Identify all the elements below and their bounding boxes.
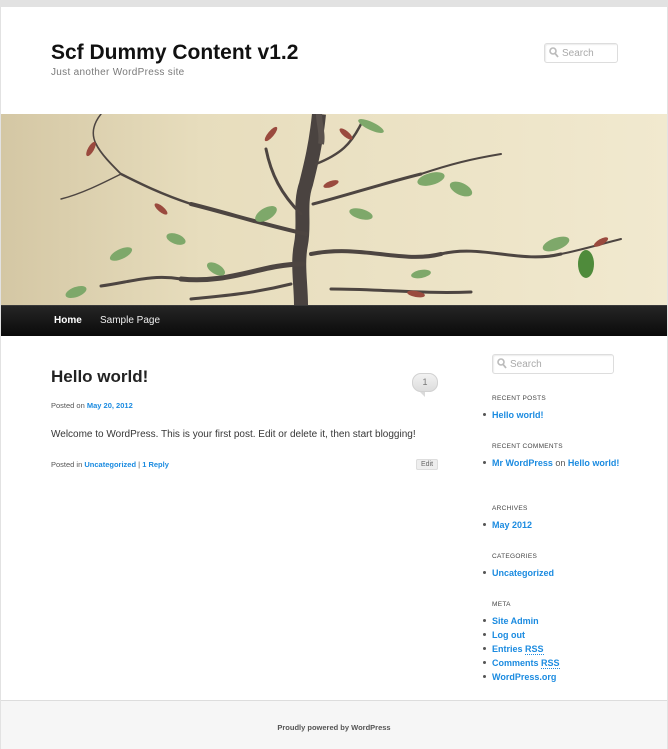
- comment-author-link[interactable]: Mr WordPress: [492, 458, 553, 468]
- meta-separator: |: [138, 460, 141, 469]
- comments-rss-link[interactable]: Comments RSS: [492, 658, 560, 669]
- main-navigation: Home Sample Page: [1, 305, 667, 336]
- archives-heading: ARCHIVES: [492, 505, 528, 512]
- footer-credit-link[interactable]: Proudly powered by WordPress: [1, 723, 667, 732]
- bonsai-tree-illustration: [1, 114, 667, 305]
- recent-comments-list: Mr WordPress on Hello world!: [483, 456, 622, 470]
- list-item: May 2012: [483, 518, 622, 532]
- site-admin-link[interactable]: Site Admin: [492, 616, 539, 626]
- recent-comments-heading: RECENT COMMENTS: [492, 443, 563, 450]
- list-item: WordPress.org: [483, 670, 622, 684]
- category-link[interactable]: Uncategorized: [84, 460, 136, 469]
- post-footer: Posted in Uncategorized | 1 Reply: [51, 460, 169, 469]
- nav-item-sample-page[interactable]: Sample Page: [100, 315, 160, 326]
- list-item: Log out: [483, 628, 622, 642]
- archive-link[interactable]: May 2012: [492, 520, 532, 530]
- header-banner-image[interactable]: [1, 114, 667, 305]
- meta-list: Site Admin Log out Entries RSS Comments …: [483, 614, 622, 684]
- meta-heading: META: [492, 601, 511, 608]
- rss-abbr: RSS: [525, 644, 544, 655]
- list-item: Uncategorized: [483, 566, 622, 580]
- posted-in-label: Posted in: [51, 460, 83, 469]
- comment-on-text: on: [555, 458, 566, 468]
- list-item: Mr WordPress on Hello world!: [483, 456, 622, 470]
- rss-abbr: RSS: [541, 658, 560, 669]
- category-widget-link[interactable]: Uncategorized: [492, 568, 554, 578]
- list-item: Hello world!: [483, 408, 622, 422]
- site-footer: Proudly powered by WordPress: [1, 700, 667, 749]
- nav-item-home[interactable]: Home: [54, 315, 82, 326]
- comment-count: 1: [422, 377, 428, 387]
- post-date-link[interactable]: May 20, 2012: [87, 401, 133, 410]
- header-search[interactable]: [544, 43, 618, 63]
- list-item: Entries RSS: [483, 642, 622, 656]
- archives-list: May 2012: [483, 518, 622, 532]
- edit-post-button[interactable]: Edit: [416, 459, 438, 470]
- reply-link[interactable]: 1 Reply: [142, 460, 169, 469]
- sidebar-search[interactable]: [492, 354, 614, 374]
- categories-list: Uncategorized: [483, 566, 622, 580]
- categories-heading: CATEGORIES: [492, 553, 538, 560]
- comment-post-link[interactable]: Hello world!: [568, 458, 620, 468]
- post-content: Welcome to WordPress. This is your first…: [51, 429, 416, 440]
- sidebar-search-input[interactable]: [510, 355, 594, 373]
- list-item: Site Admin: [483, 614, 622, 628]
- recent-posts-heading: RECENT POSTS: [492, 395, 547, 402]
- list-item: Comments RSS: [483, 656, 622, 670]
- header-search-input[interactable]: [562, 44, 613, 62]
- site-description: Just another WordPress site: [51, 67, 185, 78]
- entries-label: Entries: [492, 644, 523, 654]
- entries-rss-link[interactable]: Entries RSS: [492, 644, 544, 655]
- post-meta: Posted on May 20, 2012: [51, 401, 133, 410]
- log-out-link[interactable]: Log out: [492, 630, 525, 640]
- posted-on-label: Posted on: [51, 401, 85, 410]
- comment-count-bubble[interactable]: 1: [412, 373, 438, 397]
- comments-label: Comments: [492, 658, 539, 668]
- recent-posts-list: Hello world!: [483, 408, 622, 422]
- magnifier-icon: [497, 358, 507, 369]
- page: Scf Dummy Content v1.2 Just another Word…: [1, 7, 667, 749]
- post-title[interactable]: Hello world!: [51, 367, 148, 387]
- wordpress-org-link[interactable]: WordPress.org: [492, 672, 556, 682]
- magnifier-icon: [549, 47, 559, 58]
- site-title[interactable]: Scf Dummy Content v1.2: [51, 41, 298, 65]
- recent-post-link[interactable]: Hello world!: [492, 410, 544, 420]
